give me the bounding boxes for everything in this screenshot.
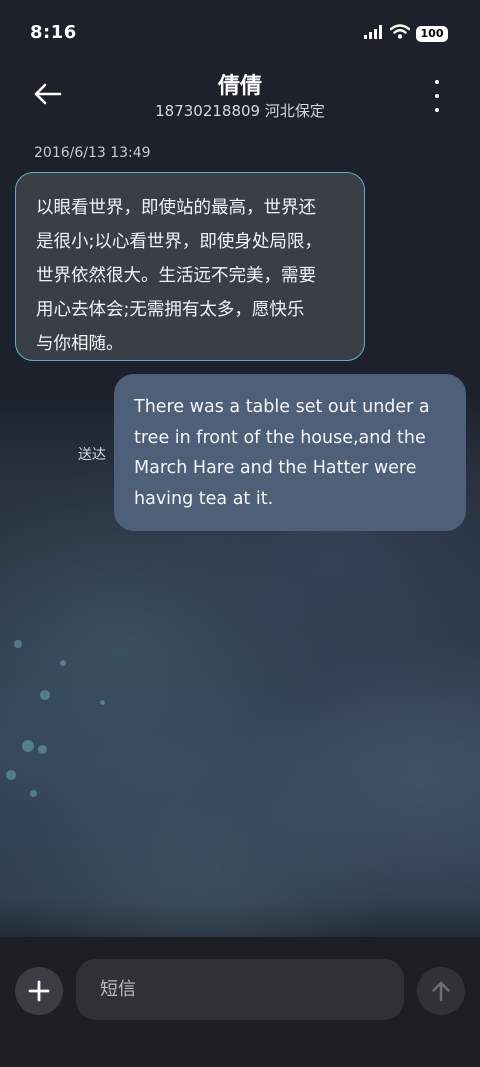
wallpaper-speck <box>40 690 50 700</box>
message-input[interactable] <box>76 959 404 1020</box>
more-vertical-icon <box>435 94 439 98</box>
wallpaper-speck <box>100 700 105 705</box>
wallpaper-speck <box>6 770 16 780</box>
contact-name[interactable]: 倩倩 <box>0 68 480 100</box>
message-line: 是很小;以心看世界，即使身处局限， <box>36 232 322 252</box>
wallpaper-speck <box>22 740 34 752</box>
send-button[interactable] <box>417 967 465 1015</box>
wallpaper-speck <box>38 745 47 754</box>
delivery-status: 送达 <box>78 447 106 463</box>
message-line: March Hare and the Hatter were <box>134 458 417 478</box>
status-bar: 8:16 100 <box>0 0 480 62</box>
message-line: 世界依然很大。生活远不完美，需要 <box>36 266 316 286</box>
message-line: 以眼看世界，即使站的最高，世界还 <box>36 198 316 218</box>
message-timestamp: 2016/6/13 13:49 <box>34 145 151 161</box>
incoming-message-bubble[interactable]: 以眼看世界，即使站的最高，世界还 是很小;以心看世界，即使身处局限， 世界依然很… <box>15 172 365 361</box>
wallpaper-speck <box>60 660 66 666</box>
outgoing-message-bubble[interactable]: There was a table set out under a tree i… <box>114 374 466 531</box>
add-attachment-button[interactable] <box>15 967 63 1015</box>
more-options-button[interactable] <box>430 80 444 112</box>
conversation-header: 倩倩 18730218809 河北保定 <box>0 62 480 132</box>
message-line: having tea at it. <box>134 488 274 509</box>
status-time: 8:16 <box>30 22 77 43</box>
message-composer <box>0 937 480 1067</box>
arrow-up-icon <box>432 981 450 1002</box>
message-line: tree in front of the house,and the <box>134 427 426 448</box>
plus-icon <box>28 980 50 1002</box>
wifi-icon <box>389 24 411 43</box>
message-line: There was a table set out under a <box>134 397 430 417</box>
contact-number-location: 18730218809 河北保定 <box>155 102 325 120</box>
more-vertical-icon <box>435 80 439 84</box>
message-line: 与你相随。 <box>36 334 124 354</box>
wallpaper-speck <box>30 790 37 797</box>
more-vertical-icon <box>435 108 439 112</box>
battery-indicator: 100 <box>416 25 448 42</box>
wallpaper-speck <box>14 640 22 648</box>
status-icons: 100 <box>364 24 448 43</box>
message-line: 用心去体会;无需拥有太多，愿快乐 <box>36 300 305 320</box>
signal-icon <box>364 24 384 43</box>
